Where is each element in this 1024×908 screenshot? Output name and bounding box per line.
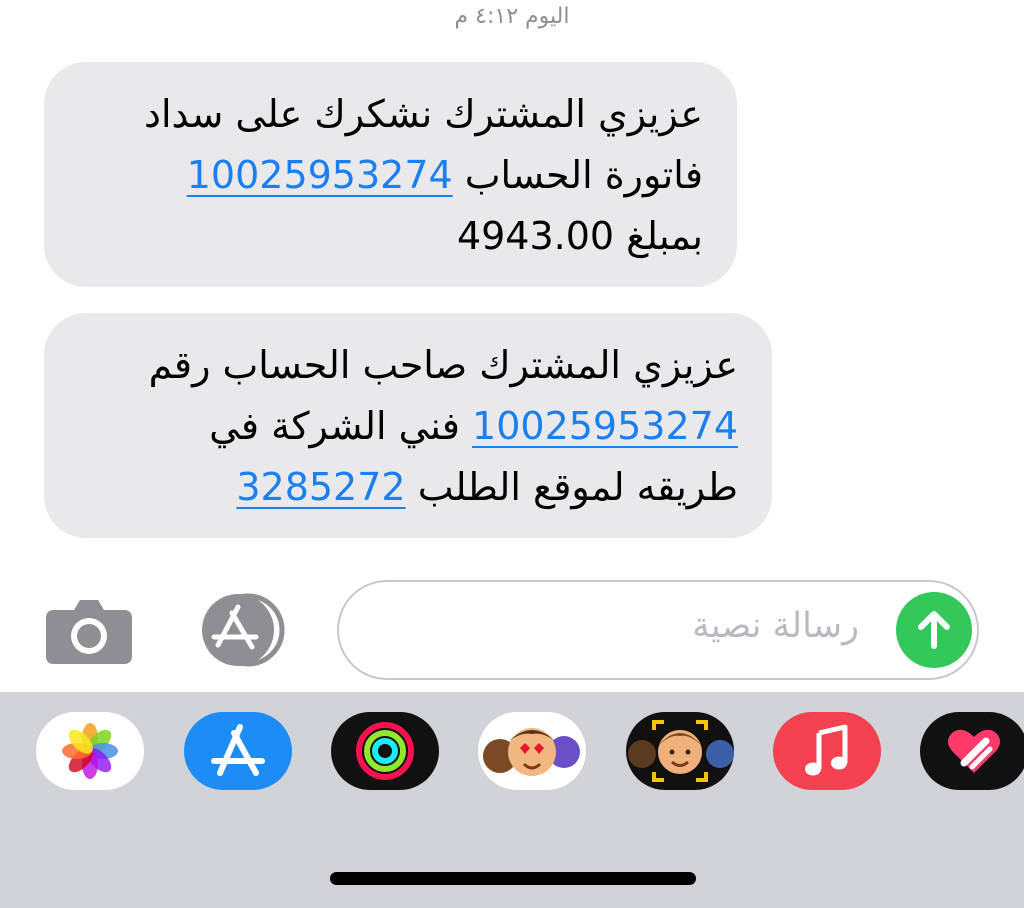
message-timestamp: اليوم ٤:١٢ م [454,4,570,29]
memoji-icon [628,720,734,782]
app-drawer-item-activity[interactable] [331,712,439,790]
message-text-line: فاتورة الحساب 10025953274 [78,145,703,206]
photos-icon [62,723,118,779]
memoji-stickers-icon [483,728,580,776]
appstore-apps-button[interactable] [190,593,290,667]
message-bubble[interactable]: عزيزي المشترك صاحب الحساب رقم 1002595327… [44,313,772,538]
message-bubble[interactable]: عزيزي المشترك نشكرك على سداد فاتورة الحس… [44,62,737,287]
home-indicator[interactable] [330,872,696,885]
app-drawer-item-photos[interactable] [36,712,144,790]
message-text: فاتورة الحساب [464,153,703,197]
message-text-line: طريقه لموقع الطلب 3285272 [78,457,738,518]
camera-button[interactable] [46,598,132,664]
message-input[interactable]: رسالة نصية [337,580,979,680]
message-text-line: بمبلغ 4943.00 [456,214,703,258]
account-number-link[interactable]: 10025953274 [187,153,453,197]
digital-touch-icon [948,729,1000,773]
app-drawer-item-appstore[interactable] [184,712,292,790]
message-text: فني الشركة في [209,404,460,448]
activity-icon [356,722,414,780]
app-drawer [0,692,1024,908]
appstore-icon [202,593,285,667]
request-number-link[interactable]: 3285272 [236,465,405,509]
message-text-line: عزيزي المشترك صاحب الحساب رقم [148,343,738,387]
app-drawer-item-digital-touch[interactable] [920,712,1024,790]
camera-icon [46,600,132,664]
app-drawer-item-memoji[interactable] [626,712,734,790]
message-text: طريقه لموقع الطلب [417,465,738,509]
appstore-icon [211,724,265,776]
arrow-up-icon [918,611,950,649]
app-drawer-item-music[interactable] [773,712,881,790]
send-button[interactable] [896,592,972,668]
message-placeholder: رسالة نصية [692,606,859,646]
account-number-link[interactable]: 10025953274 [472,404,738,448]
message-text-line: 10025953274 فني الشركة في [78,396,738,457]
message-text-line: عزيزي المشترك نشكرك على سداد [144,92,703,136]
music-icon [805,724,848,776]
app-drawer-item-memoji-stickers[interactable] [478,712,586,790]
